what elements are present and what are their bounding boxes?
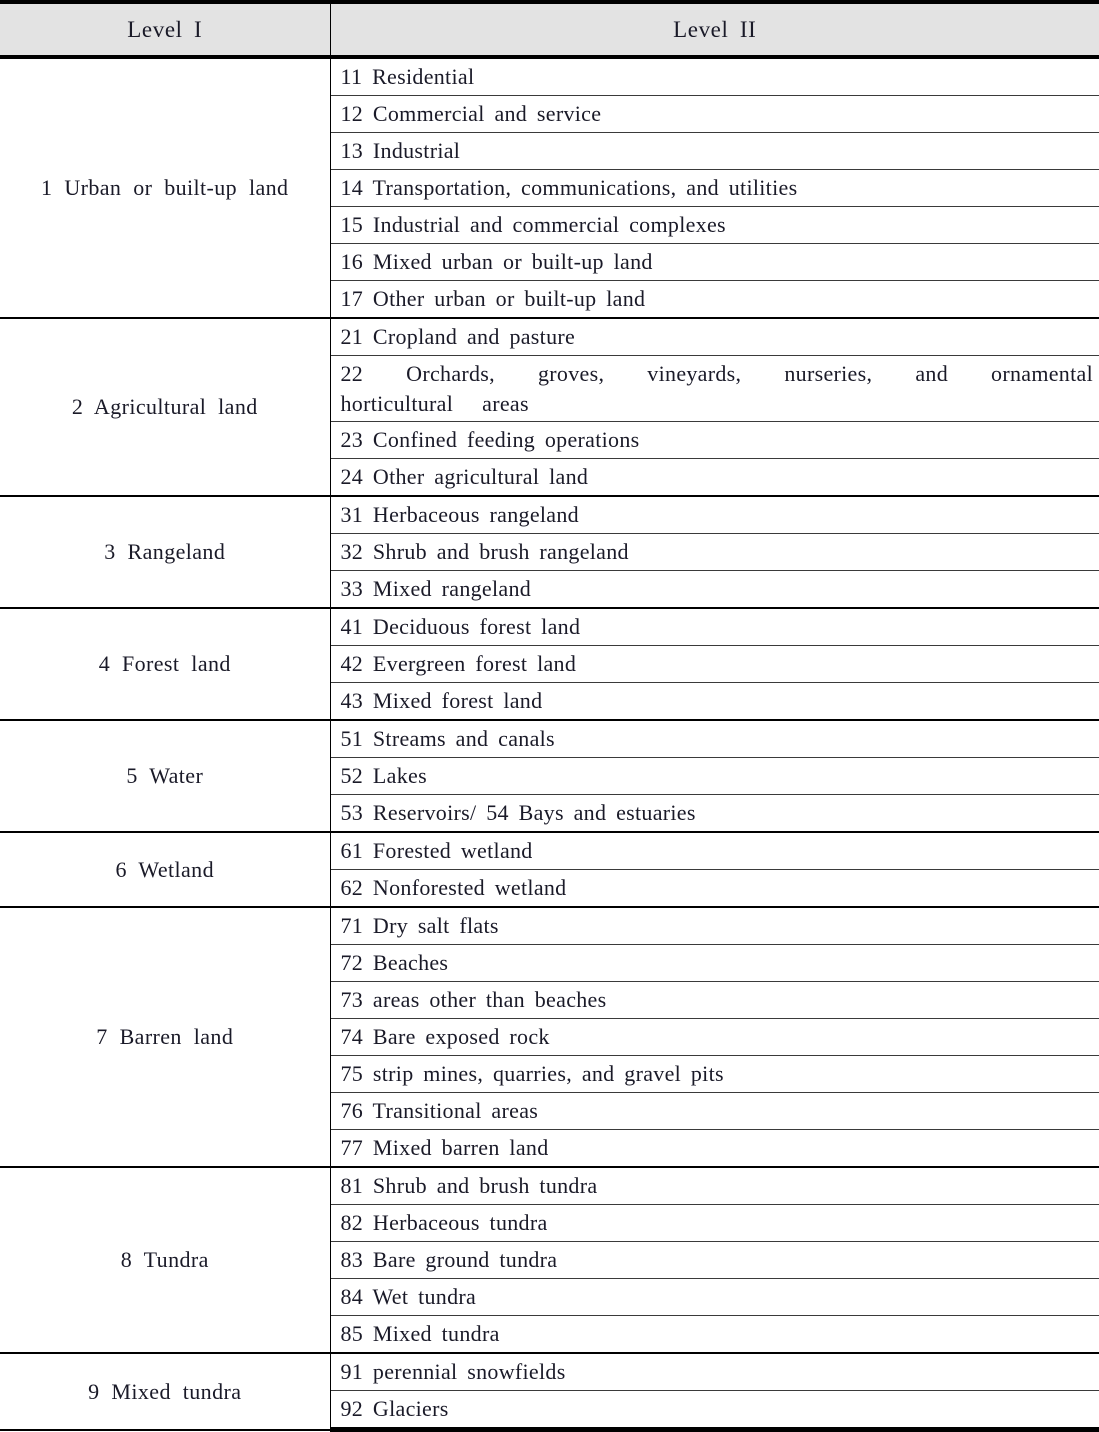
level-2-category-cell: 12 Commercial and service: [330, 95, 1099, 133]
level-2-category-cell: 23 Confined feeding operations: [330, 421, 1099, 460]
level-2-category-cell: 77 Mixed barren land: [330, 1129, 1099, 1169]
level-2-category-cell: 92 Glaciers: [330, 1390, 1099, 1432]
table-row: 9 Mixed tundra 91 perennial snowfields: [0, 1353, 1099, 1431]
level-2-category-cell: 31 Herbaceous rangeland: [330, 496, 1099, 535]
level-2-category-cell: 13 Industrial: [330, 132, 1099, 170]
table-row: 6 Wetland 61 Forested wetland: [0, 832, 1099, 909]
table-row: 2 Agricultural land 21 Cropland and pastu…: [0, 318, 1099, 498]
level-2-category-cell: 24 Other agricultural land: [330, 458, 1099, 498]
level-2-category-cell: 91 perennial snowfields: [330, 1353, 1099, 1392]
table-row: 1 Urban or built-up land 11 Residential: [0, 57, 1099, 319]
column-header-level-1: Level I: [0, 0, 331, 59]
level-2-category-cell: 32 Shrub and brush rangeland: [330, 533, 1099, 572]
header-row: Level I Level II: [0, 0, 1099, 59]
table-row: 3 Rangeland 31 Herbaceous rangeland: [0, 496, 1099, 610]
level-2-category-cell: 74 Bare exposed rock: [330, 1018, 1099, 1057]
level-2-category-cell: 43 Mixed forest land: [330, 682, 1099, 722]
level-1-category-cell: 8 Tundra: [0, 1167, 331, 1355]
level-2-category-cell: 14 Transportation, communications, and u…: [330, 169, 1099, 207]
level-2-category-cell: 84 Wet tundra: [330, 1278, 1099, 1317]
level-2-category-cell: 17 Other urban or built-up land: [330, 280, 1099, 319]
table-body: 1 Urban or built-up land 11 Residential 12…: [0, 57, 1099, 1432]
level-1-category-cell: 2 Agricultural land: [0, 318, 331, 498]
level-2-category-cell: 41 Deciduous forest land: [330, 608, 1099, 647]
level-2-text-line-2: horticultural areas: [340, 390, 529, 416]
table-row: 5 Water 51 Streams and canals: [0, 720, 1099, 834]
level-1-category-cell: 5 Water: [0, 720, 331, 834]
level-2-category-cell: 21 Cropland and pasture: [330, 318, 1099, 356]
level-2-category-cell: 73 areas other than beaches: [330, 981, 1099, 1020]
level-2-category-cell: 33 Mixed rangeland: [330, 570, 1099, 610]
level-1-category-cell: 6 Wetland: [0, 832, 331, 909]
table-row: 7 Barren land 71 Dry salt flats: [0, 907, 1099, 1169]
table-header: Level I Level II: [0, 0, 1099, 59]
land-use-classification-table: Level I Level II 1 Urban or built-up lan…: [0, 0, 1099, 1432]
level-2-category-cell: 81 Shrub and brush tundra: [330, 1167, 1099, 1206]
table-row: 8 Tundra 81 Shrub and brush tundra: [0, 1167, 1099, 1355]
level-2-category-cell: 85 Mixed tundra: [330, 1315, 1099, 1355]
level-2-category-cell: 16 Mixed urban or built-up land: [330, 243, 1099, 281]
level-2-category-cell: 42 Evergreen forest land: [330, 645, 1099, 684]
level-2-category-cell: 22 Orchards, groves, vineyards, nurserie…: [330, 355, 1099, 423]
level-2-category-cell: 72 Beaches: [330, 944, 1099, 983]
level-1-category-cell: 9 Mixed tundra: [0, 1353, 331, 1431]
level-2-category-cell: 75 strip mines, quarries, and gravel pit…: [330, 1055, 1099, 1094]
land-use-classification-sheet: Level I Level II 1 Urban or built-up lan…: [0, 0, 1099, 1432]
level-1-category-cell: 4 Forest land: [0, 608, 331, 722]
level-2-category-cell: 61 Forested wetland: [330, 832, 1099, 871]
table-row: 4 Forest land 41 Deciduous forest land: [0, 608, 1099, 722]
column-header-level-2: Level II: [330, 0, 1099, 59]
level-2-category-cell: 62 Nonforested wetland: [330, 869, 1099, 909]
level-2-text-line-1: 22 Orchards, groves, vineyards, nurserie…: [340, 361, 1093, 386]
level-1-category-cell: 3 Rangeland: [0, 496, 331, 610]
level-2-category-cell: 51 Streams and canals: [330, 720, 1099, 759]
level-2-category-cell: 53 Reservoirs/ 54 Bays and estuaries: [330, 794, 1099, 834]
level-1-category-cell: 7 Barren land: [0, 907, 331, 1169]
level-2-category-cell: 76 Transitional areas: [330, 1092, 1099, 1131]
level-2-category-cell: 15 Industrial and commercial complexes: [330, 206, 1099, 244]
level-2-category-cell: 82 Herbaceous tundra: [330, 1204, 1099, 1243]
level-2-category-cell: 71 Dry salt flats: [330, 907, 1099, 946]
level-2-category-cell: 52 Lakes: [330, 757, 1099, 796]
level-2-category-cell: 83 Bare ground tundra: [330, 1241, 1099, 1280]
level-1-category-cell: 1 Urban or built-up land: [0, 57, 331, 319]
level-2-category-cell: 11 Residential: [330, 57, 1099, 96]
